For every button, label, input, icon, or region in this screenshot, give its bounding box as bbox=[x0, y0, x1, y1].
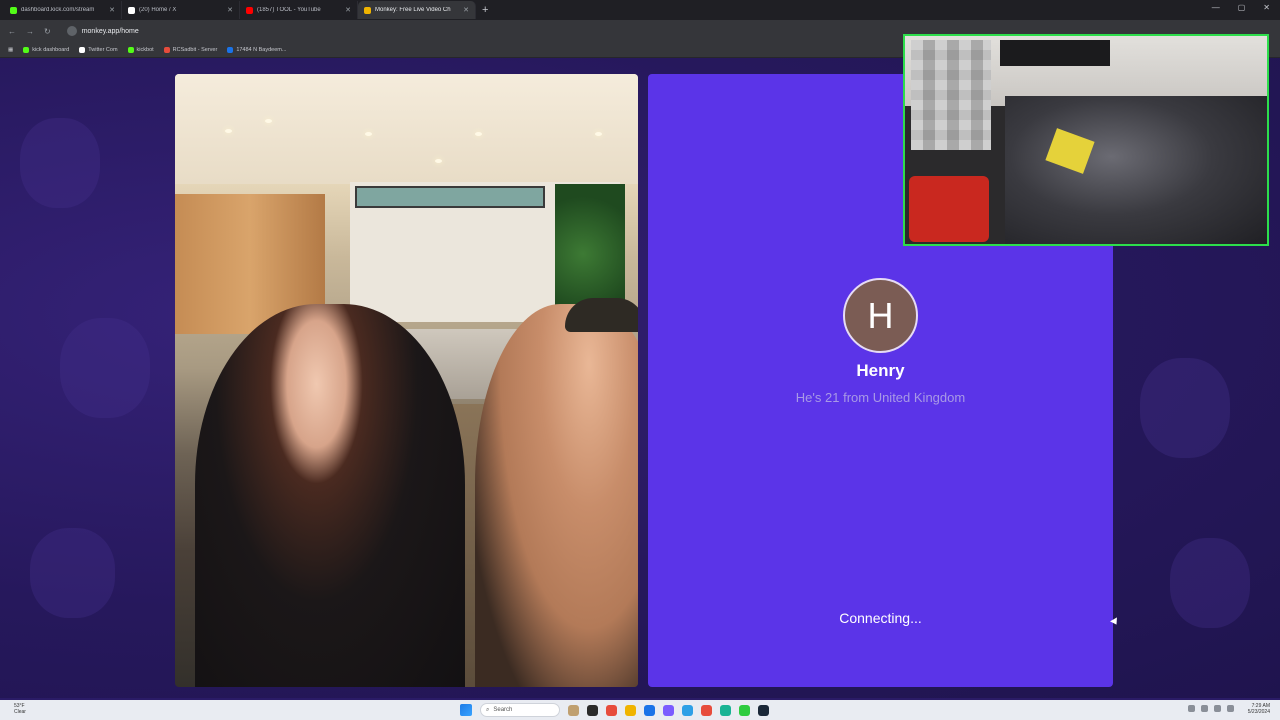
tray-icon[interactable] bbox=[1188, 705, 1195, 712]
bookmark-item[interactable]: kick dashboard bbox=[23, 46, 70, 53]
url-field[interactable]: monkey.app/home bbox=[66, 26, 139, 36]
taskbar-apps: ⌕ Search bbox=[460, 703, 769, 717]
forward-icon[interactable]: → bbox=[26, 27, 34, 36]
browser-tab[interactable]: dashboard.kick.com/stream ✕ bbox=[4, 1, 122, 19]
local-video-feed bbox=[175, 74, 638, 687]
app-icon[interactable] bbox=[568, 704, 579, 716]
bookmark-favicon-icon bbox=[23, 46, 30, 53]
clock[interactable]: 7:29 AM 5/23/2024 bbox=[1248, 703, 1270, 715]
person-left bbox=[195, 304, 465, 687]
app-icon[interactable] bbox=[663, 704, 674, 716]
chrome-icon[interactable] bbox=[644, 704, 655, 716]
site-info-icon[interactable] bbox=[66, 26, 77, 36]
reload-icon[interactable]: ↻ bbox=[44, 27, 51, 36]
bookmark-favicon-icon bbox=[127, 46, 134, 53]
bookmark-label: 17484 N Baydeem... bbox=[236, 46, 287, 53]
pixelated-area bbox=[911, 40, 991, 150]
tray-icon[interactable] bbox=[1214, 705, 1221, 712]
search-icon: ⌕ bbox=[486, 706, 490, 713]
background-pattern bbox=[30, 528, 115, 618]
connection-status: Connecting... bbox=[839, 610, 922, 626]
new-tab-button[interactable]: + bbox=[482, 4, 488, 16]
windows-start-icon[interactable] bbox=[460, 704, 472, 716]
tray-icon[interactable] bbox=[1227, 705, 1234, 712]
bookmark-item[interactable]: RCSadbit - Server bbox=[163, 46, 218, 53]
ceiling-light bbox=[265, 119, 272, 123]
close-tab-icon[interactable]: ✕ bbox=[109, 6, 115, 14]
person-right bbox=[475, 304, 638, 687]
windows-taskbar: 53°F Clear ⌕ Search 7:29 AM 5/23/2024 bbox=[0, 700, 1280, 720]
tab-title: Monkey: Free Live Video Ch bbox=[375, 7, 451, 13]
cap bbox=[565, 298, 638, 332]
ceiling-light bbox=[365, 132, 372, 136]
bookmark-item[interactable]: 17484 N Baydeem... bbox=[227, 46, 287, 53]
bookmark-item[interactable]: Twitter Com bbox=[79, 46, 118, 53]
background-pattern bbox=[20, 118, 100, 208]
bookmark-label: RCSadbit - Server bbox=[172, 46, 218, 53]
webcam-overlay bbox=[903, 34, 1269, 246]
x-icon bbox=[128, 6, 135, 14]
kick-icon bbox=[10, 6, 17, 14]
background-pattern bbox=[60, 318, 150, 418]
back-icon[interactable]: ← bbox=[8, 27, 16, 36]
app-icon[interactable] bbox=[682, 704, 693, 716]
tab-title: dashboard.kick.com/stream bbox=[21, 7, 95, 13]
date: 5/23/2024 bbox=[1247, 709, 1270, 715]
ceiling-light bbox=[225, 129, 232, 133]
bookmark-favicon-icon bbox=[163, 46, 170, 53]
app-icon[interactable] bbox=[606, 704, 617, 716]
bed bbox=[1005, 96, 1267, 244]
app-icon[interactable] bbox=[720, 704, 731, 716]
bookmark-label: Twitter Com bbox=[88, 46, 118, 53]
app-icon[interactable] bbox=[701, 704, 712, 716]
browser-tab[interactable]: (1857) TOOL - YouTube ✕ bbox=[240, 1, 358, 19]
bookmark-favicon-icon bbox=[227, 46, 234, 53]
ceiling-light bbox=[475, 132, 482, 136]
weather-widget[interactable]: 53°F Clear bbox=[14, 703, 26, 715]
match-name: Henry bbox=[856, 361, 905, 380]
url-text: monkey.app/home bbox=[81, 27, 139, 35]
browser-tab-bar: dashboard.kick.com/stream ✕ (20) Home / … bbox=[0, 0, 1280, 20]
spotify-icon[interactable] bbox=[739, 704, 750, 716]
ceiling-light bbox=[595, 132, 602, 136]
tray-icon[interactable] bbox=[1201, 705, 1208, 712]
close-tab-icon[interactable]: ✕ bbox=[345, 6, 351, 14]
app-icon[interactable] bbox=[587, 704, 598, 716]
close-tab-icon[interactable]: ✕ bbox=[463, 6, 469, 14]
red-chair bbox=[909, 176, 989, 242]
youtube-icon bbox=[246, 6, 253, 14]
close-window-icon[interactable]: ✕ bbox=[1263, 3, 1270, 12]
minimize-icon[interactable]: — bbox=[1212, 3, 1220, 12]
ceiling-light bbox=[435, 159, 442, 163]
background-pattern bbox=[1170, 538, 1250, 628]
weather-desc: Clear bbox=[14, 709, 26, 715]
tab-title: (20) Home / X bbox=[139, 7, 177, 13]
poster bbox=[1000, 40, 1110, 66]
system-tray bbox=[1188, 705, 1234, 712]
app-icon[interactable] bbox=[625, 704, 636, 716]
window bbox=[355, 186, 545, 208]
monkey-icon bbox=[364, 6, 371, 14]
apps-grid-icon[interactable]: ▦ bbox=[8, 47, 13, 53]
maximize-icon[interactable]: ▢ bbox=[1238, 3, 1246, 12]
search-placeholder: Search bbox=[493, 707, 513, 713]
window-controls: — ▢ ✕ bbox=[1212, 3, 1270, 12]
background-pattern bbox=[1140, 358, 1230, 458]
avatar: H bbox=[843, 278, 918, 353]
bookmark-label: kickbot bbox=[136, 46, 154, 53]
match-details: He's 21 from United Kingdom bbox=[795, 390, 966, 405]
bookmark-item[interactable]: kickbot bbox=[127, 46, 154, 53]
taskbar-search[interactable]: ⌕ Search bbox=[480, 703, 560, 717]
steam-icon[interactable] bbox=[758, 704, 769, 716]
bookmark-favicon-icon bbox=[79, 46, 86, 53]
ceiling bbox=[175, 74, 638, 184]
bookmark-label: kick dashboard bbox=[32, 46, 70, 53]
browser-tab-active[interactable]: Monkey: Free Live Video Ch ✕ bbox=[358, 1, 476, 19]
browser-tab[interactable]: (20) Home / X ✕ bbox=[122, 1, 240, 19]
tab-title: (1857) TOOL - YouTube bbox=[257, 7, 321, 13]
close-tab-icon[interactable]: ✕ bbox=[227, 6, 233, 14]
